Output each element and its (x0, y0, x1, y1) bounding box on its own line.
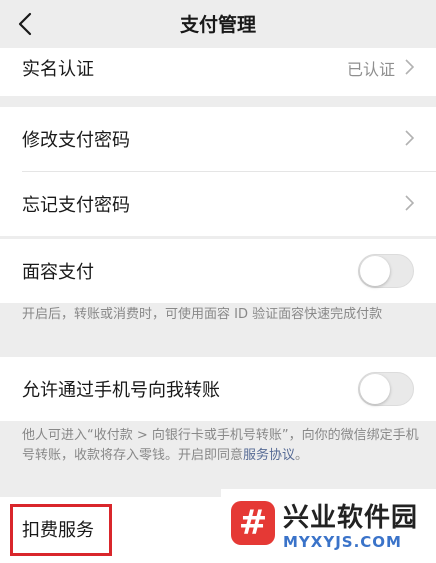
phone-transfer-group: 允许通过手机号向我转账 (0, 357, 436, 421)
realname-group: 实名认证 已认证 (0, 40, 436, 96)
face-pay-label: 面容支付 (22, 262, 94, 283)
chevron-right-icon (405, 58, 415, 78)
deduction-label: 扣费服务 (22, 520, 94, 541)
face-pay-toggle[interactable] (358, 254, 414, 288)
phone-transfer-note: 他人可进入“收付款 > 向银行卡或手机号转账”，向你的微信绑定手机号转账，收款将… (22, 426, 420, 466)
chevron-right-icon (405, 129, 415, 149)
realname-label: 实名认证 (22, 59, 94, 80)
service-agreement-link[interactable]: 服务协议 (243, 448, 295, 463)
phone-transfer-note-end: 。 (295, 448, 309, 463)
face-pay-note: 开启后，转账或消费时，可使用面容 ID 验证面容快速完成付款 (22, 307, 383, 322)
watermark: # 兴业软件园 MYXYJS.COM (221, 489, 436, 563)
face-pay-group: 面容支付 (0, 239, 436, 303)
watermark-name: 兴业软件园 (283, 503, 419, 533)
forgot-password-row[interactable]: 忘记支付密码 (0, 172, 436, 236)
forgot-password-label: 忘记支付密码 (22, 195, 130, 216)
password-group: 修改支付密码 忘记支付密码 (0, 107, 436, 236)
phone-transfer-note-text: 他人可进入“收付款 > 向银行卡或手机号转账”，向你的微信绑定手机号转账，收款将… (22, 428, 419, 463)
realname-status: 已认证 (346, 60, 395, 79)
watermark-logo: # (231, 501, 275, 545)
toggle-knob (360, 256, 390, 286)
watermark-url: MYXYJS.COM (283, 533, 402, 551)
realname-row[interactable]: 实名认证 已认证 (0, 40, 436, 96)
chevron-right-icon (405, 194, 415, 214)
page-title: 支付管理 (179, 14, 256, 36)
nav-bar: 支付管理 (0, 0, 436, 48)
phone-transfer-label: 允许通过手机号向我转账 (22, 380, 220, 401)
modify-password-label: 修改支付密码 (22, 130, 130, 151)
face-pay-row: 面容支付 (0, 239, 436, 303)
toggle-knob (360, 374, 390, 404)
phone-transfer-row: 允许通过手机号向我转账 (0, 357, 436, 421)
modify-password-row[interactable]: 修改支付密码 (0, 107, 436, 171)
phone-transfer-toggle[interactable] (358, 372, 414, 406)
